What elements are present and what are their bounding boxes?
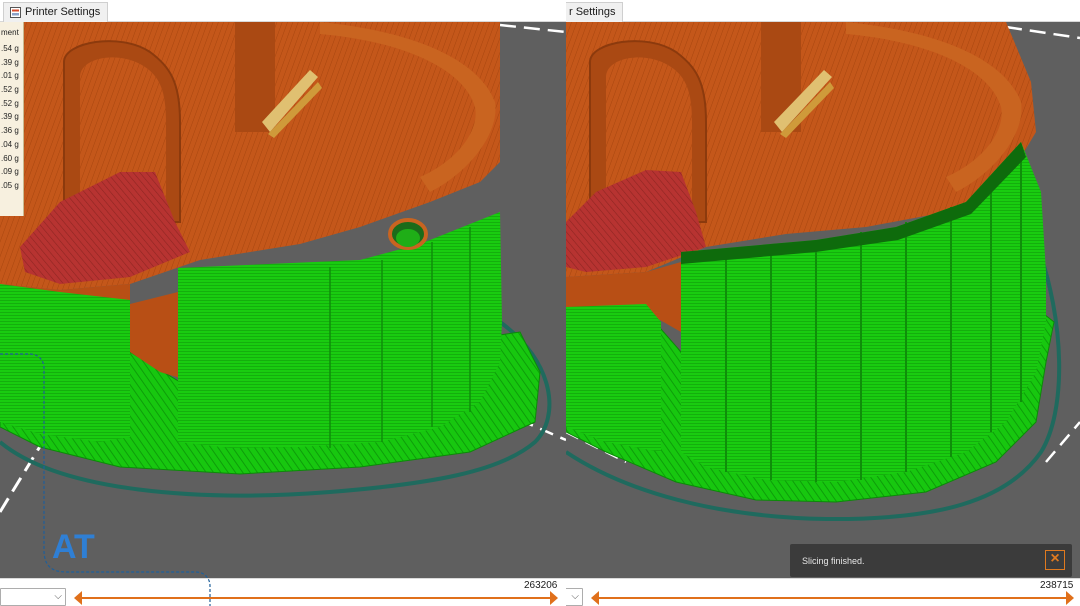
right-move-count: 238715 [1040,580,1074,591]
slider-end-handle[interactable] [550,591,558,605]
left-move-count: 263206 [524,580,558,591]
legend-row: .60 g [1,153,19,163]
slicing-finished-toast: Slicing finished. × [790,544,1072,577]
right-viewport-panel: r Settings Slicing finished. × ⌵ 238715 [566,0,1080,606]
legend-row: .04 g [1,139,19,149]
filament-legend: ment .54 g .39 g .01 g .52 g .52 g .39 g… [0,22,24,216]
legend-row: .54 g [1,44,19,53]
slider-end-handle[interactable] [1066,591,1074,605]
legend-row: .52 g [1,85,19,95]
left-viewport-panel: Printer Settings ment .54 g .39 g .01 g … [0,0,566,606]
support-wall-left [566,304,661,452]
view-type-select[interactable]: ⌵ [566,588,583,606]
tab-printer-settings-label: Printer Settings [25,6,101,18]
legend-row: .36 g [1,126,19,136]
tab-printer-settings[interactable]: r Settings [566,2,624,22]
tab-printer-settings[interactable]: Printer Settings [3,2,109,22]
right-tab-bar: r Settings [566,0,1080,22]
horizontal-move-slider[interactable] [597,597,1066,599]
legend-row: .09 g [1,167,19,177]
toast-message: Slicing finished. [802,556,865,566]
right-sliced-model-preview [566,22,1080,578]
close-icon[interactable]: × [1045,550,1065,570]
right-bottom-bar: ⌵ 238715 [566,578,1080,606]
watermark-logo: AT [0,353,211,606]
legend-header: ment [1,28,19,37]
legend-row: .39 g [1,112,19,122]
printer-settings-icon [10,7,21,18]
legend-row: .01 g [1,71,19,81]
legend-row: .52 g [1,98,19,108]
watermark-letters: AT [52,528,95,566]
right-3d-viewport[interactable] [566,22,1080,578]
legend-row: .39 g [1,57,19,67]
tab-printer-settings-label: r Settings [569,6,616,18]
chevron-down-icon: ⌵ [571,591,579,602]
left-tab-bar: Printer Settings [0,0,566,22]
legend-row: .05 g [1,180,19,190]
